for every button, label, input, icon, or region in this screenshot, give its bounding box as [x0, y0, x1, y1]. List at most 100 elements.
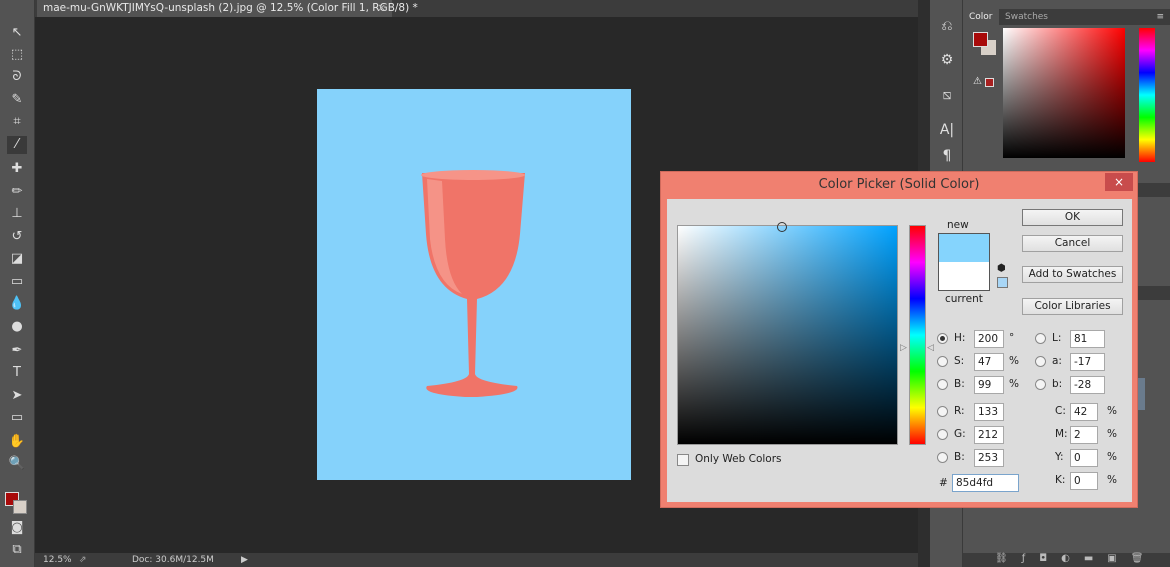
- input-y[interactable]: 0: [1070, 449, 1098, 467]
- dialog-title: Color Picker (Solid Color): [818, 177, 980, 192]
- lasso-tool-icon[interactable]: ᘐ: [7, 68, 27, 86]
- gamut-warning-icon[interactable]: ⚠: [973, 76, 982, 87]
- radio-r[interactable]: [937, 406, 948, 417]
- history-panel-icon[interactable]: ⎌: [937, 18, 957, 34]
- radio-s[interactable]: [937, 356, 948, 367]
- unit-k: %: [1107, 474, 1117, 486]
- only-web-colors-label: Only Web Colors: [695, 453, 782, 465]
- character-panel-icon[interactable]: A|: [937, 122, 957, 138]
- dodge-tool-icon[interactable]: ●: [7, 318, 27, 336]
- brush-presets-icon[interactable]: ⧅: [937, 87, 957, 103]
- input-l[interactable]: 81: [1070, 330, 1105, 348]
- color-panel-tabs: Color Swatches ≡: [963, 9, 1170, 25]
- only-web-colors-checkbox[interactable]: [677, 454, 689, 466]
- quick-select-tool-icon[interactable]: ✎: [7, 91, 27, 109]
- dialog-body: ▷ ◁ new current ⬢ OK Cancel Add to Swatc…: [667, 199, 1132, 502]
- radio-a[interactable]: [1035, 356, 1046, 367]
- doc-size: Doc: 30.6M/12.5M: [132, 555, 214, 565]
- canvas-image[interactable]: [317, 89, 631, 480]
- input-b[interactable]: 99: [974, 376, 1004, 394]
- background-color-swatch[interactable]: [13, 500, 27, 514]
- share-icon[interactable]: ⇗: [79, 553, 87, 567]
- brush-tool-icon[interactable]: ✏: [7, 183, 27, 201]
- eyedropper-tool-icon[interactable]: ⁄: [7, 136, 27, 154]
- close-tab-icon[interactable]: ×: [377, 0, 386, 16]
- input-m[interactable]: 2: [1070, 426, 1098, 444]
- history-brush-icon[interactable]: ↺: [7, 228, 27, 246]
- panel-foreground-swatch[interactable]: [973, 32, 988, 47]
- radio-l[interactable]: [1035, 333, 1046, 344]
- document-tab[interactable]: mae-mu-GnWKTJIMYsQ-unsplash (2).jpg @ 12…: [37, 0, 418, 17]
- layers-footer-icons[interactable]: ⛓ƒ◘◐▬▣🗑: [963, 553, 1170, 567]
- hue-slider-right-arrow[interactable]: ◁: [927, 343, 934, 353]
- hex-input[interactable]: 85d4fd: [952, 474, 1019, 492]
- unit-m: %: [1107, 428, 1117, 440]
- quick-mask-icon[interactable]: ◙: [7, 519, 27, 537]
- properties-panel-icon[interactable]: ⚙: [937, 52, 957, 68]
- hue-slider-left-arrow[interactable]: ▷: [900, 343, 907, 353]
- ok-button[interactable]: OK: [1022, 209, 1123, 226]
- current-color-swatch[interactable]: [939, 262, 989, 290]
- input-c[interactable]: 42: [1070, 403, 1098, 421]
- color-field-cursor[interactable]: [777, 222, 787, 232]
- blur-tool-icon[interactable]: 💧: [7, 295, 27, 313]
- cancel-button[interactable]: Cancel: [1022, 235, 1123, 252]
- healing-brush-icon[interactable]: ✚: [7, 160, 27, 178]
- gradient-tool-icon[interactable]: ▭: [7, 273, 27, 291]
- screen-mode-icon[interactable]: ⧉: [7, 541, 27, 559]
- label-g: G:: [954, 428, 966, 440]
- color-libraries-button[interactable]: Color Libraries: [1022, 298, 1123, 315]
- hand-tool-icon[interactable]: ✋: [7, 433, 27, 451]
- input-h[interactable]: 200: [974, 330, 1004, 348]
- label-a: a:: [1052, 355, 1062, 367]
- new-color-swatch: [939, 234, 989, 262]
- radio-lab-b[interactable]: [1035, 379, 1046, 390]
- shape-tool-icon[interactable]: ▭: [7, 409, 27, 427]
- unit-c: %: [1107, 405, 1117, 417]
- stamp-tool-icon[interactable]: ⊥: [7, 205, 27, 223]
- radio-b2[interactable]: [937, 452, 948, 463]
- type-tool-icon[interactable]: T: [7, 364, 27, 382]
- label-h: H:: [954, 332, 966, 344]
- input-lab-b[interactable]: -28: [1070, 376, 1105, 394]
- hue-slider[interactable]: [909, 225, 926, 445]
- input-a[interactable]: -17: [1070, 353, 1105, 371]
- unit-b: %: [1009, 378, 1019, 390]
- paragraph-panel-icon[interactable]: ¶: [937, 148, 957, 164]
- unit-y: %: [1107, 451, 1117, 463]
- current-label: current: [945, 293, 983, 305]
- color-field[interactable]: [677, 222, 898, 445]
- path-select-icon[interactable]: ➤: [7, 387, 27, 405]
- tab-color[interactable]: Color: [963, 9, 999, 25]
- eraser-tool-icon[interactable]: ◪: [7, 250, 27, 268]
- add-to-swatches-button[interactable]: Add to Swatches: [1022, 266, 1123, 283]
- input-s[interactable]: 47: [974, 353, 1004, 371]
- input-b2[interactable]: 253: [974, 449, 1004, 467]
- label-r: R:: [954, 405, 965, 417]
- input-k[interactable]: 0: [1070, 472, 1098, 490]
- label-b2: B:: [954, 451, 965, 463]
- status-bar: 12.5% ⇗ Doc: 30.6M/12.5M ▶: [35, 553, 918, 567]
- color-field[interactable]: [1003, 28, 1125, 158]
- input-r[interactable]: 133: [974, 403, 1004, 421]
- label-y: Y:: [1055, 451, 1064, 463]
- crop-tool-icon[interactable]: ⌗: [7, 113, 27, 131]
- zoom-level[interactable]: 12.5%: [43, 553, 72, 567]
- radio-g[interactable]: [937, 429, 948, 440]
- out-of-gamut-cube-icon[interactable]: ⬢: [997, 263, 1006, 274]
- gamut-swatch[interactable]: [985, 78, 994, 87]
- pen-tool-icon[interactable]: ✒: [7, 342, 27, 360]
- web-safe-swatch[interactable]: [997, 277, 1008, 288]
- dialog-close-button[interactable]: ×: [1105, 173, 1133, 191]
- move-tool-icon[interactable]: ↖: [7, 24, 27, 42]
- hue-slider[interactable]: [1139, 28, 1155, 162]
- tab-swatches[interactable]: Swatches: [999, 9, 1054, 25]
- radio-b[interactable]: [937, 379, 948, 390]
- panel-menu-icon[interactable]: ≡: [1150, 9, 1170, 25]
- status-menu-arrow[interactable]: ▶: [241, 553, 248, 567]
- radio-h[interactable]: [937, 333, 948, 344]
- zoom-tool-icon[interactable]: 🔍: [7, 455, 27, 473]
- unit-h: °: [1009, 332, 1015, 344]
- marquee-tool-icon[interactable]: ⬚: [7, 46, 27, 64]
- input-g[interactable]: 212: [974, 426, 1004, 444]
